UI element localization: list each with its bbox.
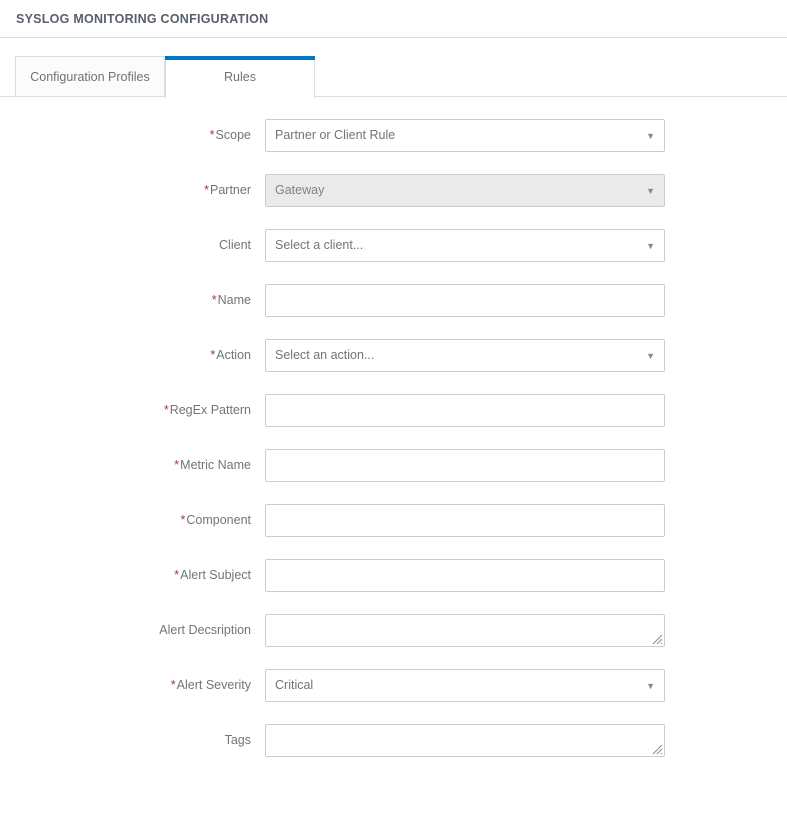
tab-rules[interactable]: Rules — [165, 56, 315, 98]
label-text: Action — [216, 348, 251, 362]
control-metric-name — [265, 449, 665, 482]
label-text: Name — [217, 293, 251, 307]
form-row-regex-pattern: *RegEx Pattern — [0, 394, 787, 449]
page-header: SYSLOG MONITORING CONFIGURATION — [0, 0, 787, 38]
form-row-action: *Action Select an action... ▼ — [0, 339, 787, 394]
label-client: Client — [0, 229, 265, 262]
label-metric-name: *Metric Name — [0, 449, 265, 482]
form-row-metric-name: *Metric Name — [0, 449, 787, 504]
required-asterisk: * — [209, 128, 215, 142]
page-title: SYSLOG MONITORING CONFIGURATION — [16, 11, 269, 26]
form-row-alert-severity: *Alert Severity Critical ▼ — [0, 669, 787, 724]
required-asterisk: * — [210, 348, 216, 362]
control-name — [265, 284, 665, 317]
scope-select[interactable]: Partner or Client Rule — [265, 119, 665, 152]
form-row-name: *Name — [0, 284, 787, 339]
label-name: *Name — [0, 284, 265, 317]
tags-textarea[interactable] — [265, 724, 665, 757]
control-tags — [265, 724, 665, 757]
required-asterisk: * — [174, 568, 180, 582]
regex-pattern-input[interactable] — [265, 394, 665, 427]
label-alert-subject: *Alert Subject — [0, 559, 265, 592]
alert-severity-select[interactable]: Critical — [265, 669, 665, 702]
resize-handle-icon — [652, 634, 663, 645]
alert-description-textarea[interactable] — [265, 614, 665, 647]
tab-strip-underline — [0, 96, 787, 97]
metric-name-input[interactable] — [265, 449, 665, 482]
label-text: Scope — [215, 128, 251, 142]
form-row-alert-description: Alert Decsription — [0, 614, 787, 669]
label-scope: *Scope — [0, 119, 265, 152]
control-action: Select an action... ▼ — [265, 339, 665, 372]
label-partner: *Partner — [0, 174, 265, 207]
tab-label: Rules — [224, 70, 256, 84]
label-action: *Action — [0, 339, 265, 372]
control-regex-pattern — [265, 394, 665, 427]
label-alert-description: Alert Decsription — [0, 614, 265, 647]
label-text: Metric Name — [180, 458, 251, 472]
required-asterisk: * — [170, 678, 176, 692]
label-text: Tags — [224, 733, 251, 747]
control-component — [265, 504, 665, 537]
label-text: Partner — [210, 183, 251, 197]
component-input[interactable] — [265, 504, 665, 537]
required-asterisk: * — [180, 513, 186, 527]
label-alert-severity: *Alert Severity — [0, 669, 265, 702]
form-row-tags: Tags — [0, 724, 787, 779]
rules-form: *Scope Partner or Client Rule ▼ *Partner… — [0, 97, 787, 779]
resize-handle-icon — [652, 744, 663, 755]
alert-subject-input[interactable] — [265, 559, 665, 592]
control-client: Select a client... ▼ — [265, 229, 665, 262]
control-alert-subject — [265, 559, 665, 592]
name-input[interactable] — [265, 284, 665, 317]
control-partner: Gateway ▼ — [265, 174, 665, 207]
form-row-alert-subject: *Alert Subject — [0, 559, 787, 614]
form-row-scope: *Scope Partner or Client Rule ▼ — [0, 119, 787, 174]
control-scope: Partner or Client Rule ▼ — [265, 119, 665, 152]
label-text: Component — [186, 513, 251, 527]
action-select[interactable]: Select an action... — [265, 339, 665, 372]
required-asterisk: * — [163, 403, 169, 417]
tab-strip: Configuration Profiles Rules — [0, 38, 787, 98]
label-text: Client — [219, 238, 251, 252]
form-row-partner: *Partner Gateway ▼ — [0, 174, 787, 229]
required-asterisk: * — [204, 183, 209, 197]
form-row-component: *Component — [0, 504, 787, 559]
tab-configuration-profiles[interactable]: Configuration Profiles — [15, 56, 165, 97]
form-row-client: Client Select a client... ▼ — [0, 229, 787, 284]
label-component: *Component — [0, 504, 265, 537]
label-tags: Tags — [0, 724, 265, 757]
required-asterisk: * — [174, 458, 180, 472]
label-text: RegEx Pattern — [169, 403, 251, 417]
required-asterisk: * — [211, 293, 217, 307]
label-regex-pattern: *RegEx Pattern — [0, 394, 265, 427]
label-text: Alert Decsription — [159, 623, 251, 637]
control-alert-severity: Critical ▼ — [265, 669, 665, 702]
partner-select: Gateway — [265, 174, 665, 207]
control-alert-description — [265, 614, 665, 647]
tab-label: Configuration Profiles — [30, 69, 150, 84]
label-text: Alert Severity — [176, 678, 251, 692]
label-text: Alert Subject — [180, 568, 251, 582]
client-select[interactable]: Select a client... — [265, 229, 665, 262]
